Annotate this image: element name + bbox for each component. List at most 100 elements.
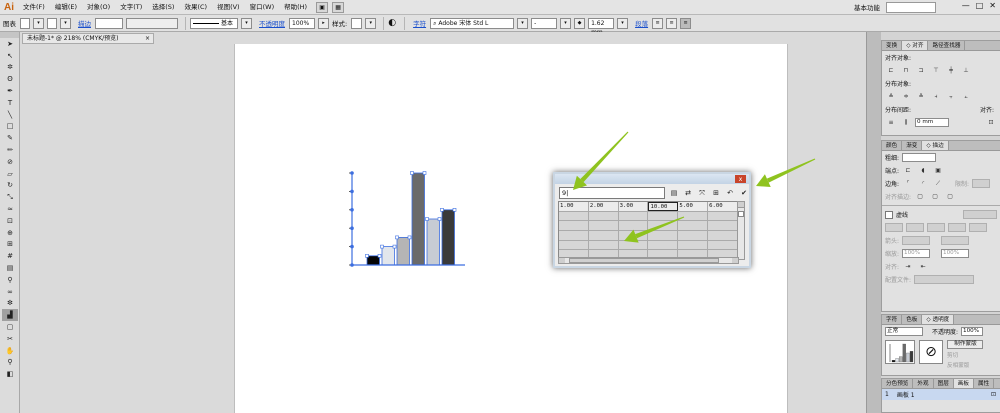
hand-tool-icon[interactable]: ✋: [2, 345, 18, 357]
tab-transform[interactable]: 变换: [882, 41, 903, 50]
menu-object[interactable]: 对象(O): [82, 0, 115, 15]
table-cell[interactable]: [559, 231, 589, 240]
distribute-vcenter-icon[interactable]: ≑: [900, 92, 912, 101]
distribute-right-icon[interactable]: ⫠: [960, 92, 972, 101]
scroll-right-icon[interactable]: [732, 258, 738, 263]
align-right-button[interactable]: ≡: [680, 17, 692, 29]
eyedropper-tool-icon[interactable]: ⚲: [2, 274, 18, 286]
arrow-scale-end-field[interactable]: 100%: [941, 249, 970, 258]
import-data-icon[interactable]: ▤: [669, 188, 679, 198]
font-style-field[interactable]: -: [531, 17, 558, 29]
table-cell[interactable]: [648, 211, 679, 221]
align-vcenter-icon[interactable]: ╪: [945, 66, 957, 75]
align-center-stroke-icon[interactable]: ▢: [914, 192, 926, 201]
fill-dropdown[interactable]: ▾: [33, 17, 44, 29]
opacity-field[interactable]: 100%: [961, 327, 984, 336]
align-left-button[interactable]: ≡: [652, 17, 664, 29]
dash-preset-buttons[interactable]: [963, 210, 997, 219]
free-transform-tool-icon[interactable]: ⊡: [2, 215, 18, 227]
arrowhead-start-select[interactable]: [902, 236, 931, 245]
cell-style-icon[interactable]: ⊞: [711, 188, 721, 198]
align-right-icon[interactable]: ⊐: [915, 66, 927, 75]
menu-help[interactable]: 帮助(H): [279, 0, 312, 15]
vertical-scrollbar[interactable]: [737, 201, 745, 260]
brush-dropdown[interactable]: ▾: [241, 17, 252, 29]
vertical-spacing-icon[interactable]: ≡: [885, 118, 897, 127]
table-cell[interactable]: [559, 221, 589, 231]
graphic-style-dropdown[interactable]: ▾: [365, 17, 377, 29]
arrange-documents-button[interactable]: ▦: [332, 1, 345, 13]
graph-data-close-button[interactable]: x: [735, 175, 746, 183]
opacity-field[interactable]: 100%: [289, 17, 315, 29]
table-cell[interactable]: [619, 221, 649, 231]
profile-select[interactable]: [914, 275, 975, 284]
tab-align[interactable]: ◇ 对齐: [902, 41, 929, 50]
zoom-tool-icon[interactable]: ⚲: [2, 357, 18, 369]
distribute-left-icon[interactable]: ⫞: [930, 92, 942, 101]
miter-join-icon[interactable]: ⌜: [902, 179, 914, 188]
tab-attributes[interactable]: 属性: [974, 379, 995, 388]
tab-pathfinder[interactable]: 路径查找器: [928, 41, 966, 50]
distribute-bottom-icon[interactable]: ≚: [915, 92, 927, 101]
mesh-tool-icon[interactable]: #: [2, 250, 18, 262]
variable-width-field[interactable]: [126, 17, 178, 29]
line-tool-icon[interactable]: ╲: [2, 109, 18, 121]
table-cell[interactable]: [648, 221, 679, 231]
tab-artboards[interactable]: 画板: [953, 379, 974, 388]
table-cell[interactable]: 10.00: [648, 202, 679, 211]
table-cell[interactable]: [589, 231, 619, 240]
rotate-tool-icon[interactable]: ↻: [2, 180, 18, 192]
table-cell[interactable]: [708, 221, 738, 231]
paintbrush-tool-icon[interactable]: ✎: [2, 132, 18, 144]
collapsed-panel-strip[interactable]: [867, 32, 881, 413]
width-tool-icon[interactable]: ≈: [2, 203, 18, 215]
tab-appearance[interactable]: 外观: [913, 379, 934, 388]
menu-edit[interactable]: 编辑(E): [50, 0, 82, 15]
minimize-button[interactable]: —: [962, 1, 970, 10]
gradient-tool-icon[interactable]: ▤: [2, 262, 18, 274]
invert-mask-checkbox[interactable]: 反相蒙版: [947, 361, 983, 369]
table-cell[interactable]: [648, 231, 679, 240]
stroke-weight-field[interactable]: [95, 17, 123, 29]
menu-view[interactable]: 视图(V): [212, 0, 245, 15]
make-mask-button[interactable]: 制作蒙版: [947, 340, 983, 349]
table-cell[interactable]: [619, 240, 649, 250]
table-cell[interactable]: [619, 211, 649, 221]
perspective-grid-tool-icon[interactable]: ⊞: [2, 239, 18, 251]
eraser-tool-icon[interactable]: ▱: [2, 168, 18, 180]
tab-layers[interactable]: 图层: [934, 379, 954, 388]
opacity-dropdown[interactable]: ▸: [318, 17, 329, 29]
menu-type[interactable]: 文字(T): [115, 0, 147, 15]
dash-field-2[interactable]: [927, 223, 945, 232]
table-cell[interactable]: [589, 240, 619, 250]
cell-value-input[interactable]: 9|: [559, 187, 665, 199]
graph-data-titlebar[interactable]: x: [555, 174, 749, 184]
rectangle-tool-icon[interactable]: □: [2, 121, 18, 133]
arrow-tip-beyond-icon[interactable]: ⇥: [902, 262, 914, 271]
artboard-tool-icon[interactable]: ▢: [2, 321, 18, 333]
fill-swatch[interactable]: [20, 17, 30, 29]
scroll-up-icon[interactable]: [738, 202, 744, 208]
maximize-button[interactable]: □: [976, 1, 984, 10]
bridge-button[interactable]: ▣: [316, 1, 329, 13]
graphic-style-swatch[interactable]: [351, 17, 363, 29]
align-hcenter-icon[interactable]: ⊓: [900, 66, 912, 75]
workspace-switcher[interactable]: 基本功能: [854, 2, 880, 12]
limit-field[interactable]: [972, 179, 991, 188]
horizontal-scrollbar[interactable]: [558, 257, 739, 264]
help-search-input[interactable]: [886, 2, 936, 13]
recolor-icon[interactable]: ◐: [388, 18, 396, 28]
spacing-field[interactable]: 0 mm: [915, 118, 949, 127]
switch-xy-icon[interactable]: ⤧: [697, 188, 707, 198]
scale-tool-icon[interactable]: ⤡: [2, 191, 18, 203]
align-top-icon[interactable]: ⊤: [930, 66, 942, 75]
table-cell[interactable]: [648, 240, 679, 250]
align-left-icon[interactable]: ⊏: [885, 66, 897, 75]
artboard-options-icon[interactable]: ⊡: [991, 391, 996, 398]
font-size-dropdown[interactable]: ▾: [617, 17, 629, 29]
table-cell[interactable]: 6.00: [708, 202, 738, 211]
table-cell[interactable]: [678, 221, 709, 231]
stroke-swatch[interactable]: [47, 17, 57, 29]
menu-effect[interactable]: 效果(C): [179, 0, 212, 15]
transpose-icon[interactable]: ⇄: [683, 188, 693, 198]
